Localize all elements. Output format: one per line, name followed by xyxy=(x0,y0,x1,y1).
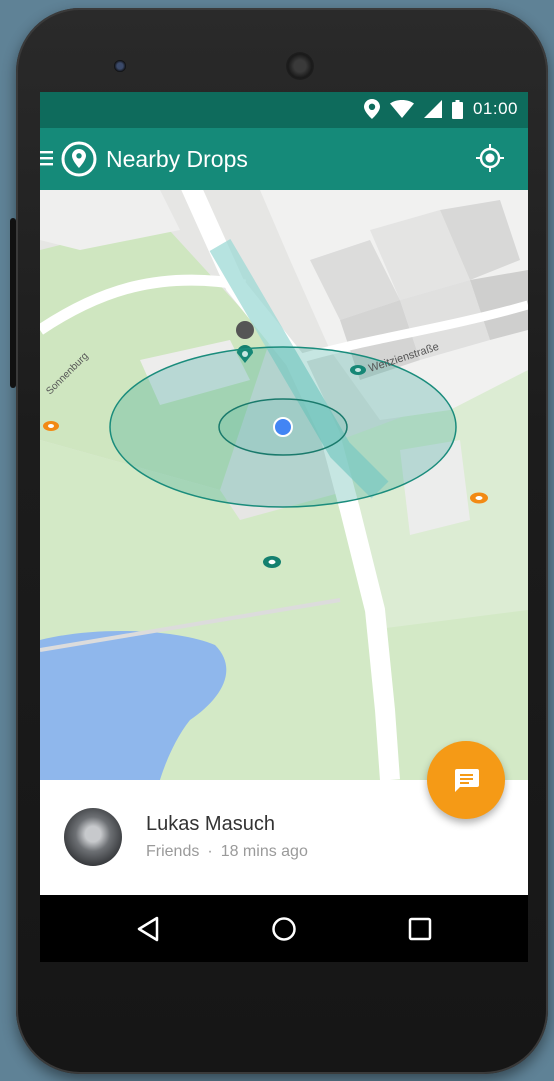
status-time: 01:00 xyxy=(472,99,518,118)
recents-icon[interactable] xyxy=(404,913,436,945)
my-location-icon[interactable] xyxy=(474,142,506,174)
drop-marker-orange[interactable] xyxy=(470,492,488,504)
home-icon[interactable] xyxy=(268,913,300,945)
map-canvas: Weitzienstraße Sonnenburg xyxy=(40,190,528,780)
power-button xyxy=(10,218,16,388)
front-camera xyxy=(114,60,126,72)
time-ago: 18 mins ago xyxy=(220,843,308,860)
status-bar: 01:00 xyxy=(40,92,528,128)
my-location-dot xyxy=(273,417,293,437)
screen: 01:00 Nearby Drops Weitzienstraße Sonnen… xyxy=(40,92,528,962)
back-icon[interactable] xyxy=(133,913,165,945)
drop-meta: Friends · 18 mins ago xyxy=(146,843,308,861)
message-icon xyxy=(455,769,479,792)
meta-separator: · xyxy=(207,843,213,860)
app-title: Nearby Drops xyxy=(106,146,248,172)
location-icon xyxy=(363,99,380,119)
wifi-icon xyxy=(389,100,414,118)
earpiece-speaker xyxy=(286,52,314,80)
drop-marker-orange[interactable] xyxy=(43,421,59,431)
audience-label: Friends xyxy=(146,843,200,860)
map-pin-icon xyxy=(61,141,97,177)
battery-icon xyxy=(451,99,463,119)
avatar xyxy=(64,808,122,866)
signal-icon xyxy=(423,100,442,118)
map-view[interactable]: Weitzienstraße Sonnenburg xyxy=(40,190,528,780)
hamburger-menu-icon[interactable] xyxy=(40,146,56,170)
app-bar: Nearby Drops xyxy=(40,128,528,190)
new-drop-button[interactable] xyxy=(427,741,505,819)
drop-marker-teal[interactable] xyxy=(263,556,281,568)
author-name: Lukas Masuch xyxy=(146,813,275,835)
navigation-bar xyxy=(40,895,528,962)
